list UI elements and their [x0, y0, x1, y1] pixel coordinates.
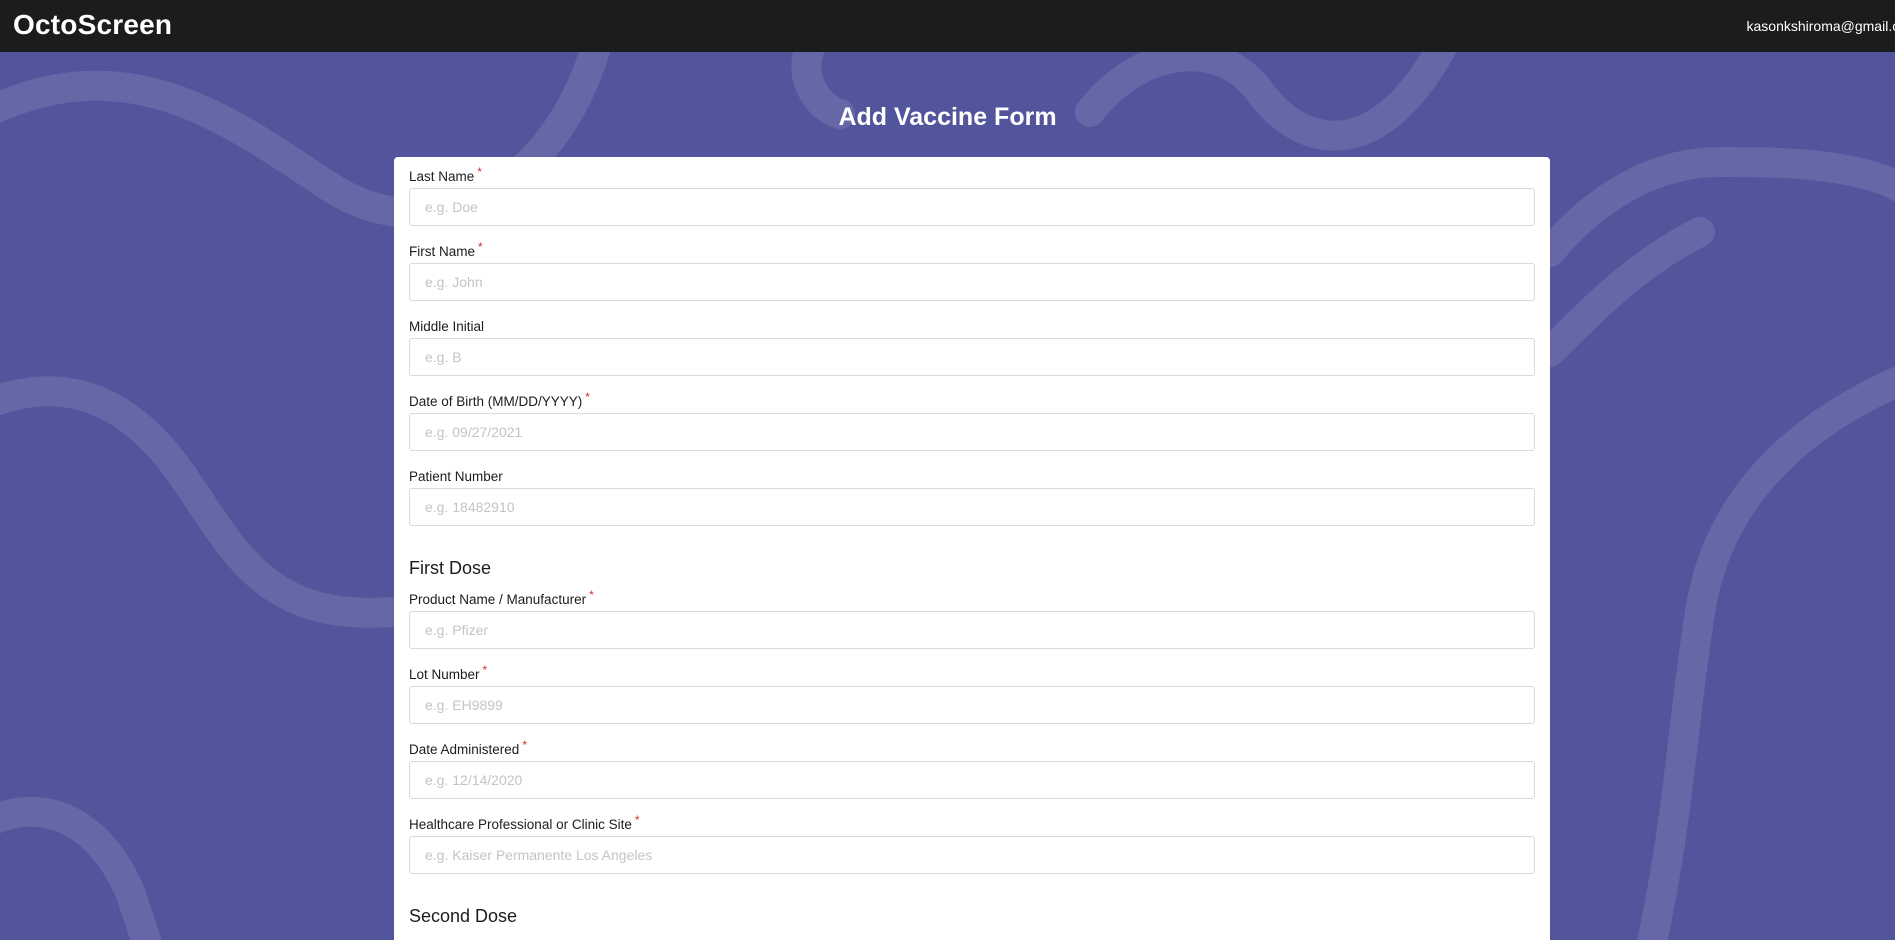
first-name-label: First Name *: [409, 240, 483, 259]
first-name-input[interactable]: [409, 263, 1535, 301]
brand-logo[interactable]: OctoScreen: [13, 9, 172, 41]
clinic-site-label-text: Healthcare Professional or Clinic Site: [409, 817, 632, 832]
dob-input[interactable]: [409, 413, 1535, 451]
product-name-label: Product Name / Manufacturer *: [409, 588, 594, 607]
first-name-label-text: First Name: [409, 244, 476, 259]
patient-number-label-text: Patient Number: [409, 469, 503, 484]
top-navbar: OctoScreen kasonkshiroma@gmail.co: [0, 0, 1895, 52]
patient-number-input[interactable]: [409, 488, 1535, 526]
required-marker: *: [589, 588, 594, 602]
clinic-site-input[interactable]: [409, 836, 1535, 874]
required-marker: *: [634, 813, 640, 827]
last-name-label-text: Last Name: [409, 169, 475, 184]
dob-label: Date of Birth (MM/DD/YYYY) *: [409, 390, 590, 409]
page-background: Add Vaccine Form Last Name* First Name* …: [0, 52, 1895, 940]
required-marker: *: [482, 663, 488, 677]
last-name-input[interactable]: [409, 188, 1535, 226]
product-name-label-text: Product Name / Manufacturer: [409, 592, 587, 607]
required-marker: *: [522, 738, 527, 752]
dob-label-text: Date of Birth (MM/DD/YYYY): [409, 394, 583, 409]
required-marker: *: [585, 390, 590, 404]
vaccine-form-card: Last Name* First Name* Middle Initial Da…: [394, 157, 1550, 940]
date-administered-label: Date Administered *: [409, 738, 527, 757]
date-administered-label-text: Date Administered: [409, 742, 520, 757]
lot-number-label-text: Lot Number: [409, 667, 480, 682]
page-title: Add Vaccine Form: [838, 103, 1057, 131]
lot-number-label: Lot Number *: [409, 663, 487, 682]
last-name-label: Last Name *: [409, 165, 482, 184]
required-marker: *: [477, 165, 482, 179]
user-email[interactable]: kasonkshiroma@gmail.co: [1747, 18, 1895, 34]
first-dose-heading: First Dose: [409, 558, 492, 578]
clinic-site-label: Healthcare Professional or Clinic Site *: [409, 813, 640, 832]
date-administered-input[interactable]: [409, 761, 1535, 799]
middle-initial-input[interactable]: [409, 338, 1535, 376]
product-name-input[interactable]: [409, 611, 1535, 649]
lot-number-input[interactable]: [409, 686, 1535, 724]
second-dose-heading: Second Dose: [409, 906, 518, 926]
middle-initial-label: Middle Initial: [409, 319, 484, 334]
middle-initial-label-text: Middle Initial: [409, 319, 485, 334]
patient-number-label: Patient Number: [409, 469, 503, 484]
required-marker: *: [478, 240, 483, 254]
